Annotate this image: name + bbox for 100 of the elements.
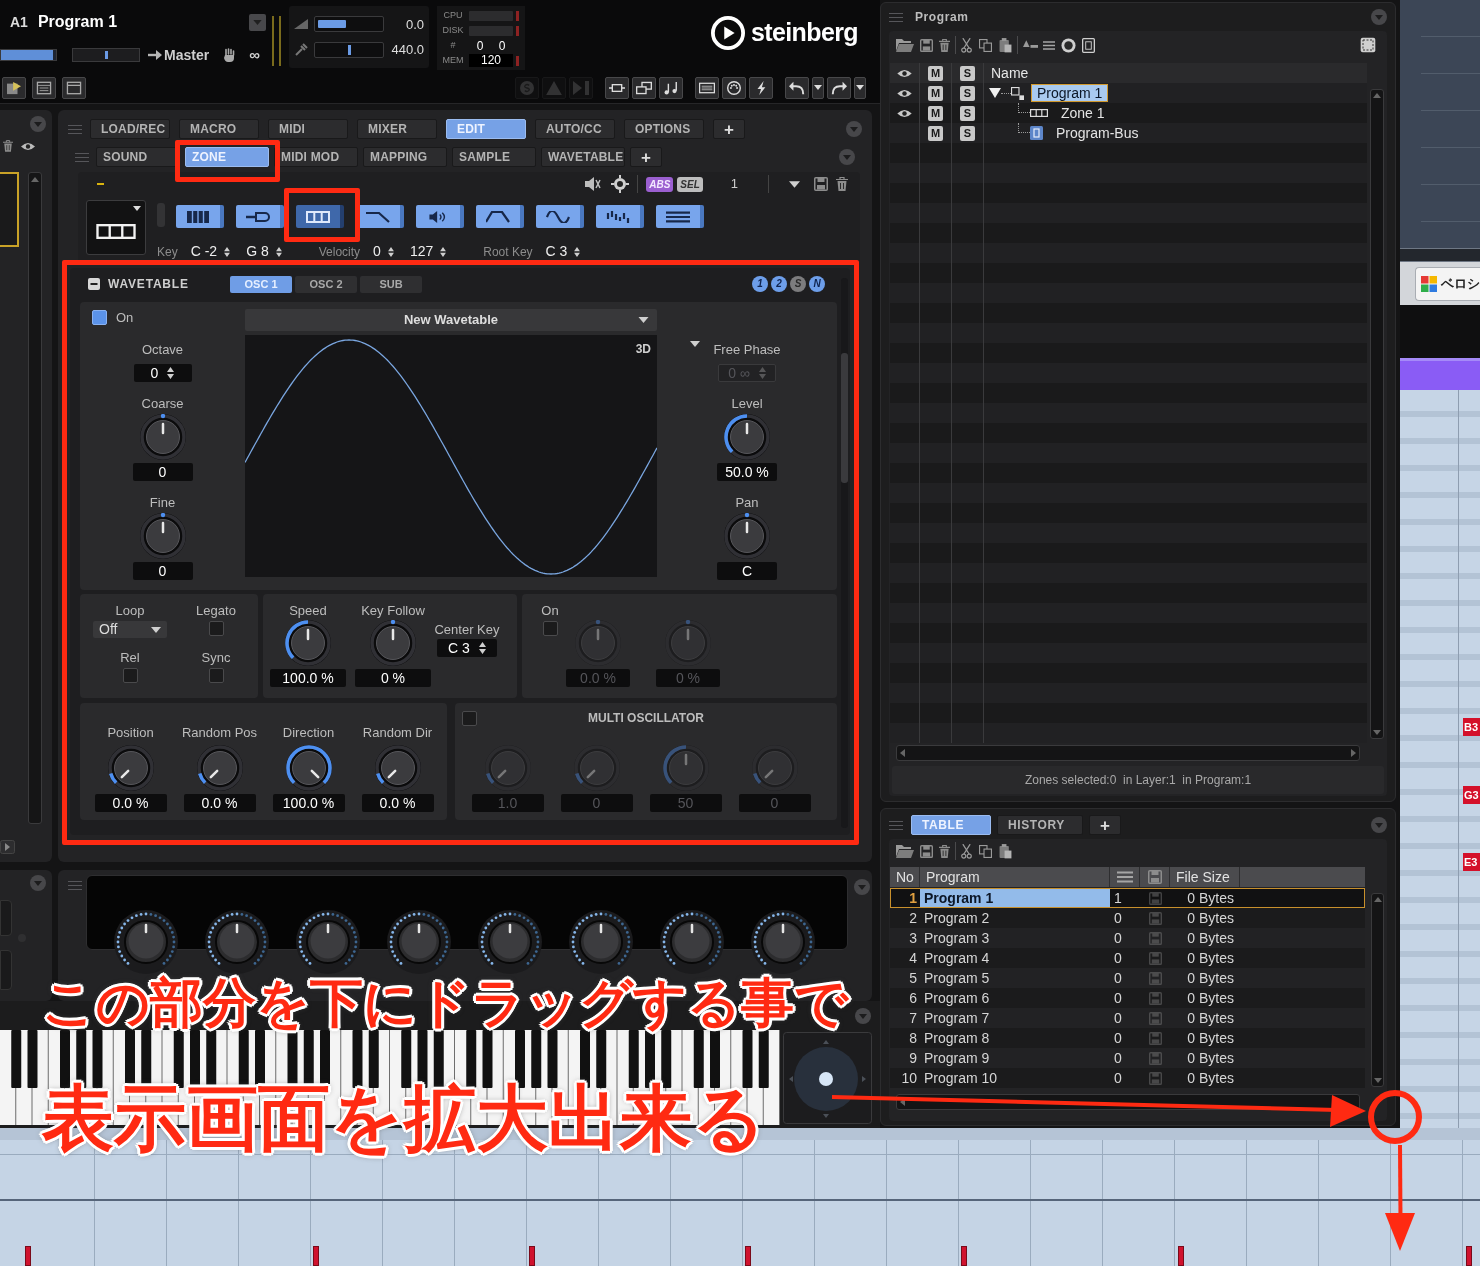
bus-icon[interactable] xyxy=(1082,37,1095,53)
knob[interactable] xyxy=(370,620,416,666)
toolbar-button[interactable] xyxy=(659,76,683,99)
tree-item[interactable]: Program 1 xyxy=(1031,84,1109,102)
eye-icon[interactable] xyxy=(897,108,912,118)
xy-pad[interactable] xyxy=(783,1032,872,1124)
list-icon[interactable] xyxy=(1043,40,1055,50)
crosshair-icon[interactable] xyxy=(611,175,630,193)
toolbar-button[interactable] xyxy=(2,76,26,99)
column-header[interactable]: File Size xyxy=(1170,867,1240,887)
tree-item[interactable]: Program-Bus xyxy=(1050,124,1145,142)
knob[interactable] xyxy=(196,745,243,791)
volume-slider[interactable] xyxy=(314,16,384,33)
toolbar-button[interactable] xyxy=(62,76,86,99)
toolbar-button[interactable] xyxy=(722,76,746,99)
list-icon[interactable] xyxy=(1116,871,1133,883)
macro-knob[interactable] xyxy=(659,910,724,974)
zone-type-button[interactable] xyxy=(476,205,524,228)
value-field[interactable]: 0 xyxy=(132,562,193,580)
scrollbar[interactable] xyxy=(1370,89,1384,739)
eye-icon[interactable] xyxy=(897,68,912,78)
range-spin-field[interactable]: G 8 xyxy=(243,244,285,259)
column-header[interactable]: Name xyxy=(991,63,1029,83)
toolbar-button[interactable] xyxy=(695,76,719,99)
eye-icon[interactable] xyxy=(897,88,912,98)
folder-icon[interactable] xyxy=(896,38,914,52)
value-field[interactable]: 0.0 % xyxy=(183,794,256,812)
zone-type-button[interactable] xyxy=(176,205,224,228)
checkbox[interactable] xyxy=(462,710,477,726)
zone-type-button[interactable] xyxy=(656,205,704,228)
loop-dropdown[interactable]: Off xyxy=(93,621,167,638)
toolbar-button[interactable] xyxy=(32,76,56,99)
pan-slider[interactable] xyxy=(72,48,140,62)
toggle-button[interactable]: SEL xyxy=(677,176,703,192)
scissors-icon[interactable] xyxy=(961,843,972,859)
knob[interactable] xyxy=(139,414,186,460)
value-field[interactable]: 50.0 % xyxy=(717,463,777,481)
toolbar-button[interactable] xyxy=(632,76,656,99)
scroll-left-icon[interactable] xyxy=(900,1098,905,1106)
mode-badge[interactable]: S xyxy=(790,276,806,292)
checkbox[interactable] xyxy=(542,621,558,636)
mute-toggle[interactable]: M xyxy=(928,65,943,81)
menu-button[interactable] xyxy=(854,76,866,99)
tab[interactable]: MIDI xyxy=(268,119,348,139)
scroll-left-icon[interactable] xyxy=(900,749,905,757)
save-icon[interactable] xyxy=(814,177,828,191)
tab[interactable]: WAVETABLE xyxy=(541,147,625,167)
checkbox[interactable] xyxy=(122,668,138,683)
scroll-thumb[interactable] xyxy=(841,353,848,483)
paste-icon[interactable] xyxy=(999,843,1012,859)
solo-toggle[interactable]: S xyxy=(960,65,975,81)
save-icon[interactable] xyxy=(920,38,933,52)
grip-icon[interactable] xyxy=(68,124,82,134)
zone-type-selector[interactable] xyxy=(86,200,146,255)
solo-toggle[interactable]: S xyxy=(960,105,975,121)
solo-toggle[interactable]: S xyxy=(960,125,975,141)
macro-knob[interactable] xyxy=(750,910,815,974)
copy-icon[interactable] xyxy=(979,844,992,858)
grip-icon[interactable] xyxy=(75,152,89,162)
folder-icon[interactable] xyxy=(896,844,914,858)
disc-icon[interactable] xyxy=(1061,37,1076,53)
scroll-down-icon[interactable] xyxy=(1373,1078,1382,1083)
tab[interactable]: OPTIONS xyxy=(624,119,704,139)
tab[interactable]: OSC 2 xyxy=(295,275,357,293)
mode-badge[interactable]: 2 xyxy=(771,276,787,292)
knob[interactable] xyxy=(107,745,154,791)
value-field[interactable]: 0 % xyxy=(355,669,431,687)
macro-knob[interactable] xyxy=(568,910,633,974)
range-spin-field[interactable]: 127 xyxy=(406,244,450,259)
tune-thumb[interactable] xyxy=(347,44,351,55)
scroll-up-icon[interactable] xyxy=(31,177,39,182)
collapse-icon[interactable] xyxy=(88,278,100,290)
scissors-icon[interactable] xyxy=(961,37,972,53)
trash-icon[interactable] xyxy=(3,140,13,152)
scrollbar[interactable] xyxy=(896,745,1360,761)
table-row[interactable]: 10 Program 10 0 0 Bytes xyxy=(890,1068,1365,1088)
spin-arrows-icon[interactable] xyxy=(478,642,486,654)
mute-toggle[interactable]: M xyxy=(928,125,943,141)
column-header[interactable]: No xyxy=(890,867,920,887)
copy-icon[interactable] xyxy=(979,38,992,52)
zone-type-button[interactable] xyxy=(596,205,644,228)
scroll-down-icon[interactable] xyxy=(1373,730,1381,735)
knob[interactable] xyxy=(285,745,332,791)
trash-icon[interactable] xyxy=(836,177,848,191)
scrollbar[interactable] xyxy=(1371,893,1384,1087)
spin-arrows-icon[interactable] xyxy=(440,246,447,257)
column-header[interactable]: Program xyxy=(920,867,1110,887)
wavetable-dropdown[interactable]: New Wavetable xyxy=(245,309,657,331)
spin-arrows-icon[interactable] xyxy=(224,246,231,257)
scroll-right-icon[interactable] xyxy=(1351,749,1356,757)
add-tab-button[interactable]: + xyxy=(1089,815,1121,835)
macro-knob[interactable] xyxy=(477,910,542,974)
layer-thumbnail[interactable] xyxy=(0,172,19,247)
spin-arrows-icon[interactable] xyxy=(275,246,282,257)
trash-icon[interactable] xyxy=(939,38,950,52)
menu-button[interactable] xyxy=(812,76,824,99)
paste-icon[interactable] xyxy=(999,37,1012,53)
tab[interactable]: LOAD/REC xyxy=(90,119,170,139)
value-field[interactable]: 100.0 % xyxy=(272,794,345,812)
toolbar-button[interactable] xyxy=(827,76,851,99)
